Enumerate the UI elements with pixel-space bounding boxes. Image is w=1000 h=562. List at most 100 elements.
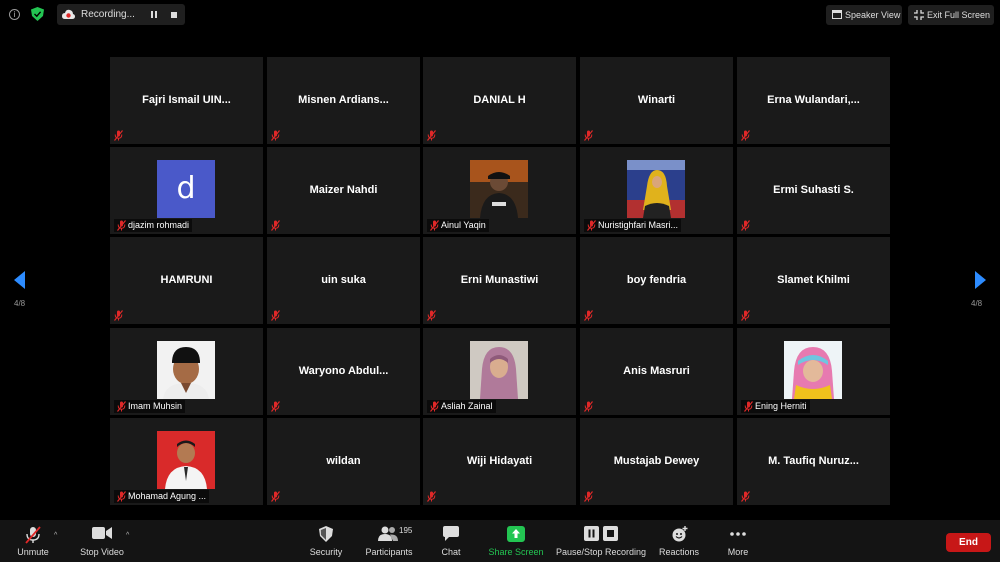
participant-tile[interactable]: Anis Masruri (580, 328, 733, 415)
info-icon[interactable]: i (9, 9, 20, 20)
participant-tile[interactable]: uin suka (267, 237, 420, 324)
reactions-smiley-icon (672, 526, 688, 542)
participant-tile[interactable]: Mustajab Dewey (580, 418, 733, 505)
pause-stop-recording-label: Pause/Stop Recording (556, 547, 647, 557)
participant-name: Ening Herniti (755, 401, 807, 411)
participant-photo (470, 341, 528, 399)
participant-name: Asliah Zainal (441, 401, 493, 411)
muted-mic-icon (584, 130, 593, 141)
participant-name-label: Ainul Yaqin (427, 219, 489, 232)
gallery-grid: Fajri Ismail UIN... Misnen Ardians... DANI… (110, 57, 890, 506)
participant-tile[interactable]: Ening Herniti (737, 328, 890, 415)
security-button[interactable]: Security (305, 520, 347, 562)
reactions-label: Reactions (658, 547, 700, 557)
participant-name: Imam Muhsin (128, 401, 183, 411)
participant-name: HAMRUNI (160, 274, 213, 286)
zoom-meeting-window: i Recording... Speaker View Exit Full Sc… (0, 0, 1000, 562)
pause-recording-icon[interactable] (150, 10, 159, 19)
muted-mic-icon (427, 130, 436, 141)
participant-tile[interactable]: Maizer Nahdi (267, 147, 420, 234)
participants-button[interactable]: 195 Participants (362, 520, 416, 562)
participant-tile[interactable]: Erni Munastiwi (423, 237, 576, 324)
participant-tile[interactable]: d djazim rohmadi (110, 147, 263, 234)
participant-tile[interactable]: Ainul Yaqin (423, 147, 576, 234)
participant-name: Maizer Nahdi (309, 184, 378, 196)
stop-video-label: Stop Video (80, 547, 124, 557)
participant-name: Misnen Ardians... (298, 94, 389, 106)
previous-page-arrow-icon[interactable] (12, 270, 28, 290)
reactions-button[interactable]: Reactions (657, 520, 701, 562)
participant-name: Fajri Ismail UIN... (142, 94, 231, 106)
participant-photo (784, 341, 842, 399)
participant-name-label: djazim rohmadi (114, 219, 193, 232)
exit-fullscreen-button[interactable]: Exit Full Screen (908, 5, 994, 25)
meeting-toolbar: Unmute ^ Stop Video ^ Security 195 Parti… (0, 520, 1000, 562)
participant-name: wildan (326, 455, 361, 467)
participant-tile[interactable]: Misnen Ardians... (267, 57, 420, 144)
participant-name: Slamet Khilmi (777, 274, 850, 286)
share-screen-label: Share Screen (488, 547, 544, 557)
muted-mic-icon (117, 491, 126, 502)
speaker-view-label: Speaker View (845, 10, 901, 20)
participant-tile[interactable]: Nuristighfari Masri... (580, 147, 733, 234)
encryption-shield-icon[interactable] (31, 7, 44, 21)
participant-tile[interactable]: Asliah Zainal (423, 328, 576, 415)
participant-name: M. Taufiq Nuruz... (768, 455, 859, 467)
participant-name: Nuristighfari Masri... (598, 220, 679, 230)
participant-name: DANIAL H (473, 94, 526, 106)
stop-video-button[interactable]: Stop Video (76, 520, 128, 562)
participant-name: Winarti (637, 94, 676, 106)
participant-tile[interactable]: Slamet Khilmi (737, 237, 890, 324)
muted-mic-icon (271, 491, 280, 502)
pause-stop-recording-button[interactable]: Pause/Stop Recording (556, 520, 646, 562)
cloud-recording-icon (62, 9, 75, 19)
participant-tile[interactable]: Winarti (580, 57, 733, 144)
participants-icon (378, 526, 398, 541)
muted-mic-icon (427, 491, 436, 502)
video-camera-icon (92, 527, 112, 539)
page-indicator-right: 4/8 (971, 299, 983, 308)
participant-tile[interactable]: boy fendria (580, 237, 733, 324)
participant-name-label: Asliah Zainal (427, 400, 496, 413)
more-button[interactable]: More (722, 520, 754, 562)
participant-tile[interactable]: Wiji Hidayati (423, 418, 576, 505)
unmute-label: Unmute (17, 547, 49, 557)
more-label: More (727, 547, 749, 557)
stop-recording-icon[interactable] (171, 12, 177, 18)
participant-name: Mustajab Dewey (613, 455, 700, 467)
speaker-view-icon (832, 10, 842, 19)
participant-tile[interactable]: wildan (267, 418, 420, 505)
next-page-arrow-icon[interactable] (972, 270, 988, 290)
participant-tile[interactable]: Imam Muhsin (110, 328, 263, 415)
recording-label: Recording... (81, 9, 135, 20)
participant-tile[interactable]: HAMRUNI (110, 237, 263, 324)
muted-mic-icon (744, 401, 753, 412)
participant-name-label: Nuristighfari Masri... (584, 219, 682, 232)
unmute-button[interactable]: Unmute (10, 520, 56, 562)
participant-tile[interactable]: M. Taufiq Nuruz... (737, 418, 890, 505)
participant-tile[interactable]: DANIAL H (423, 57, 576, 144)
participant-name: uin suka (321, 274, 366, 286)
pause-stop-recording-icon (584, 526, 618, 541)
chat-button[interactable]: Chat (432, 520, 470, 562)
muted-mic-icon (114, 310, 123, 321)
audio-options-chevron-icon[interactable]: ^ (54, 532, 57, 539)
participant-initial-avatar: d (157, 160, 215, 218)
speaker-view-button[interactable]: Speaker View (826, 5, 902, 25)
share-screen-icon (507, 526, 525, 542)
participant-tile[interactable]: Erna Wulandari,... (737, 57, 890, 144)
muted-mic-icon (584, 401, 593, 412)
share-screen-button[interactable]: Share Screen (487, 520, 545, 562)
muted-mic-icon (584, 491, 593, 502)
participant-tile[interactable]: Ermi Suhasti S. (737, 147, 890, 234)
muted-mic-icon (430, 220, 439, 231)
participant-tile[interactable]: Waryono Abdul... (267, 328, 420, 415)
participant-tile[interactable]: Fajri Ismail UIN... (110, 57, 263, 144)
video-options-chevron-icon[interactable]: ^ (126, 532, 129, 539)
muted-mic-icon (271, 310, 280, 321)
participant-name: Anis Masruri (623, 365, 690, 377)
participant-photo (470, 160, 528, 218)
participant-tile[interactable]: Mohamad Agung ... (110, 418, 263, 505)
exit-fullscreen-label: Exit Full Screen (927, 10, 991, 20)
end-meeting-button[interactable]: End (946, 533, 991, 552)
